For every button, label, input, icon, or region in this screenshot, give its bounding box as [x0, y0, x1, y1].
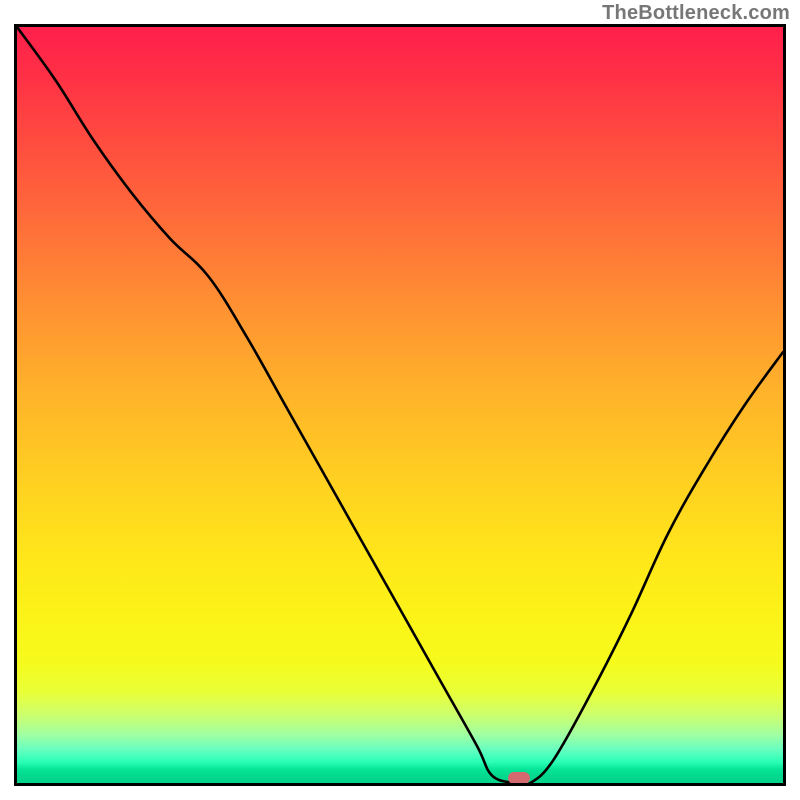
optimal-marker [508, 772, 530, 784]
watermark-text: TheBottleneck.com [602, 2, 790, 25]
plot-area [14, 24, 786, 786]
bottleneck-curve [17, 27, 783, 783]
chart-frame: TheBottleneck.com [0, 0, 800, 800]
